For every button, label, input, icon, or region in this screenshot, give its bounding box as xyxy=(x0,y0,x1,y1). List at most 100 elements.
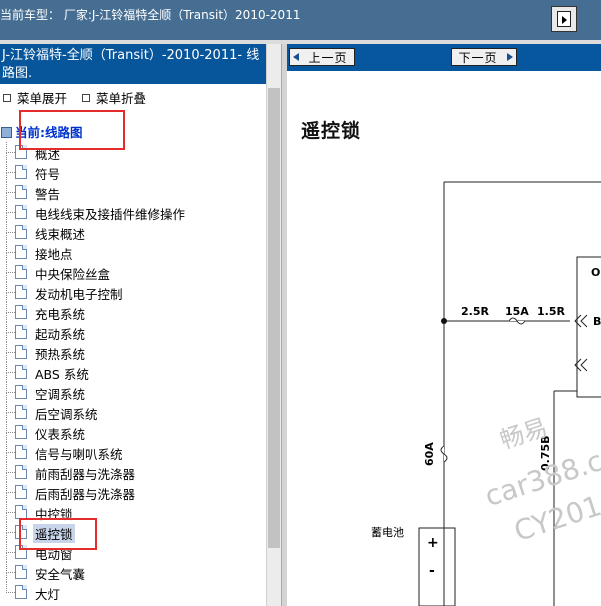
tree-branch-line xyxy=(6,332,7,342)
tree-item[interactable]: ABS 系统 xyxy=(0,362,266,382)
tree-branch-line xyxy=(6,422,15,433)
tree-branch-line xyxy=(6,562,15,573)
collapse-square-icon xyxy=(82,93,90,102)
tree-branch-line xyxy=(6,472,7,482)
tree-branch-line xyxy=(6,522,15,533)
tree-branch-line xyxy=(6,202,15,213)
tree-item[interactable]: 充电系统 xyxy=(0,302,266,322)
document-icon xyxy=(15,205,27,219)
next-page-button[interactable]: 下一页 xyxy=(451,48,517,66)
tree-branch-line xyxy=(6,492,7,502)
sidebar-scrollbar[interactable] xyxy=(266,44,281,606)
tree-branch-line xyxy=(6,432,7,442)
tree-item-label: 中央保险丝盒 xyxy=(35,267,111,282)
tree-item[interactable]: 起动系统 xyxy=(0,322,266,342)
tree-item-label: 起动系统 xyxy=(35,327,86,342)
expand-square-icon xyxy=(3,93,11,102)
fuse-label-15a: 15A xyxy=(505,305,529,318)
scrollbar-thumb[interactable] xyxy=(268,88,280,548)
document-icon xyxy=(15,325,27,339)
document-icon xyxy=(15,485,27,499)
menu-controls: 菜单展开 菜单折叠 xyxy=(0,88,154,106)
tree-item-label: 信号与喇叭系统 xyxy=(35,447,123,462)
tree-branch-line xyxy=(6,552,7,562)
wire-label-2-5r: 2.5R xyxy=(461,305,489,318)
tree-item[interactable]: 中央保险丝盒 xyxy=(0,262,266,282)
tree-branch-line xyxy=(6,532,7,542)
tree-item-label: 符号 xyxy=(35,167,61,182)
tree-item[interactable]: 空调系统 xyxy=(0,382,266,402)
highlight-box-current xyxy=(19,110,125,150)
tree-branch-line xyxy=(6,242,15,253)
tree-item[interactable]: 信号与喇叭系统 xyxy=(0,442,266,462)
tree-branch-line xyxy=(6,292,7,302)
tree-item[interactable]: 电线线束及接插件维修操作 xyxy=(0,202,266,222)
document-icon xyxy=(15,245,27,259)
tree-branch-line xyxy=(6,442,15,453)
tree-item[interactable]: 警告 xyxy=(0,182,266,202)
tree-item[interactable]: 预热系统 xyxy=(0,342,266,362)
content-pane: 上一页 下一页 遥控锁 2.5R 15A 1.5R 60A 0.75B 蓄电池 … xyxy=(287,44,601,606)
tree-item-label: 空调系统 xyxy=(35,387,86,402)
panel-toggle-button[interactable] xyxy=(551,6,577,32)
document-icon xyxy=(15,565,27,579)
tree-item-label: 电线线束及接插件维修操作 xyxy=(35,207,186,222)
document-icon xyxy=(15,425,27,439)
tree-branch-line xyxy=(6,272,7,282)
tree-item[interactable]: 仪表系统 xyxy=(0,422,266,442)
tree-item-label: 充电系统 xyxy=(35,307,86,322)
tree-item[interactable]: 大灯 xyxy=(0,582,266,602)
tree-branch-line xyxy=(6,182,15,193)
tree-branch-line xyxy=(6,232,7,242)
tree-branch-line xyxy=(6,582,15,593)
vehicle-title: 当前车型： 厂家:J-江铃福特全顺（Transit）2010-2011 xyxy=(0,8,301,22)
tree-branch-line xyxy=(6,362,15,373)
tree-branch-line xyxy=(6,322,15,333)
menu-collapse-label: 菜单折叠 xyxy=(96,91,147,106)
document-icon xyxy=(15,345,27,359)
tree-branch-line xyxy=(6,452,7,462)
tree-branch-line xyxy=(6,302,15,313)
tree-branch-line xyxy=(6,572,7,582)
junction-dot xyxy=(441,318,447,324)
tree-item[interactable]: 安全气囊 xyxy=(0,562,266,582)
tree-item[interactable]: 符号 xyxy=(0,162,266,182)
document-icon xyxy=(15,265,27,279)
battery-minus: - xyxy=(429,563,435,579)
tree-branch-line xyxy=(6,252,7,262)
folder-icon xyxy=(1,125,13,138)
page-nav-bar: 上一页 下一页 xyxy=(287,44,601,71)
next-page-label: 下一页 xyxy=(458,50,498,65)
document-icon xyxy=(15,385,27,399)
document-icon xyxy=(15,505,27,519)
tree-branch-line xyxy=(6,172,7,182)
document-icon xyxy=(15,285,27,299)
tree-branch-line xyxy=(6,462,15,473)
document-icon xyxy=(15,305,27,319)
menu-expand-button[interactable]: 菜单展开 xyxy=(0,88,67,107)
tree-branch-line xyxy=(6,412,7,422)
sidebar: J-江铃福特-全顺（Transit）-2010-2011- 线路图. 菜单展开 … xyxy=(0,44,281,606)
tree-branch-line xyxy=(6,352,7,362)
top-bar: 当前车型： 厂家:J-江铃福特全顺（Transit）2010-2011 xyxy=(0,0,601,40)
highlight-box-selected xyxy=(19,518,97,550)
tree-item[interactable]: 前雨刮器与洗涤器 xyxy=(0,462,266,482)
wire-label-1-5r: 1.5R xyxy=(537,305,565,318)
tree-branch-line xyxy=(6,222,15,233)
tree-item[interactable]: 接地点 xyxy=(0,242,266,262)
prev-page-button[interactable]: 上一页 xyxy=(289,48,355,66)
tree-item-label: 大灯 xyxy=(35,587,61,602)
document-icon xyxy=(15,405,27,419)
tree-branch-line xyxy=(6,542,15,553)
fuse-label-60a: 60A xyxy=(423,442,436,466)
tree-item[interactable]: 后空调系统 xyxy=(0,402,266,422)
tree-item-label: 仪表系统 xyxy=(35,427,86,442)
tree-item[interactable]: 线束概述 xyxy=(0,222,266,242)
tree-item[interactable]: 后雨刮器与洗涤器 xyxy=(0,482,266,502)
tree-branch-line xyxy=(6,142,15,153)
document-icon xyxy=(15,465,27,479)
tree-item[interactable]: 发动机电子控制 xyxy=(0,282,266,302)
component-letter-o: O xyxy=(591,266,600,279)
menu-collapse-button[interactable]: 菜单折叠 xyxy=(79,88,146,107)
sidebar-title: J-江铃福特-全顺（Transit）-2010-2011- 线路图. xyxy=(0,44,266,84)
